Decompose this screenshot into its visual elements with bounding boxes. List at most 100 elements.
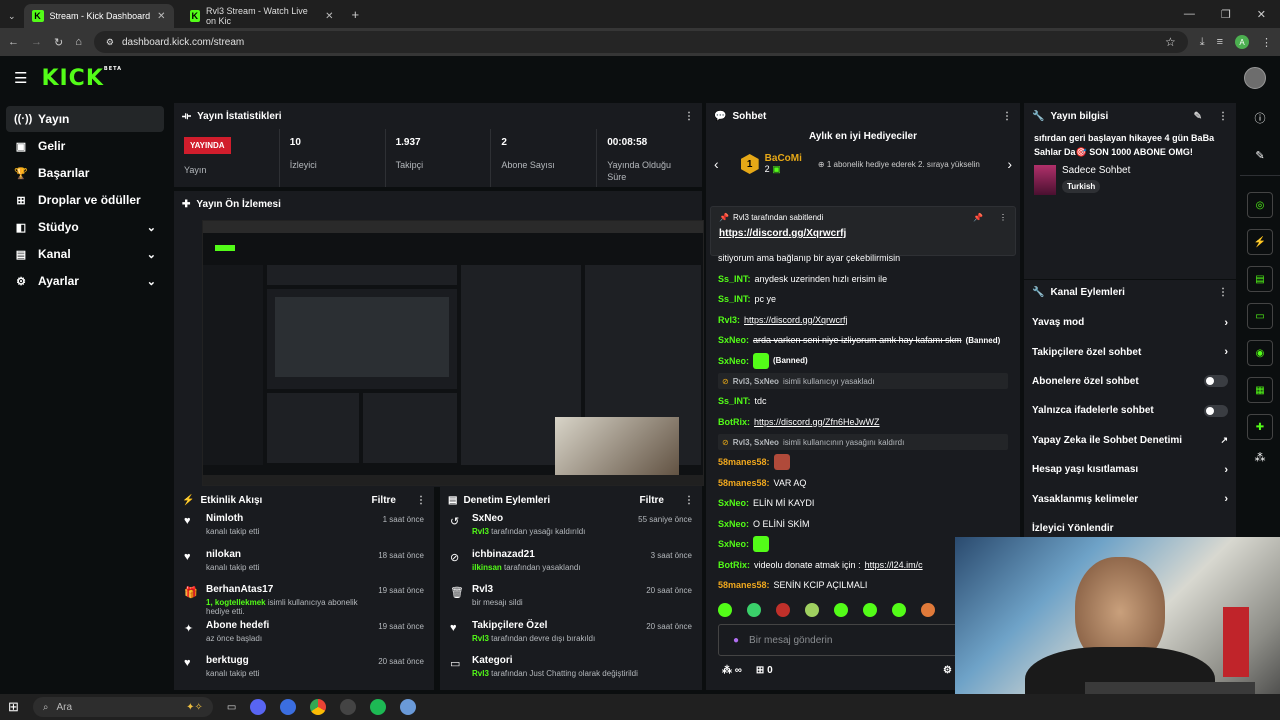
tab-list-icon[interactable]: ⌄ — [0, 11, 24, 28]
hamburger-menu-icon[interactable]: ☰ — [14, 69, 27, 87]
user-avatar[interactable] — [1244, 67, 1266, 89]
sidebar-item[interactable]: 🏆 Başarılar — [6, 160, 164, 186]
highlight-user[interactable]: Rvl3 — [472, 527, 489, 536]
emote-icon[interactable] — [834, 603, 848, 617]
chat-username[interactable]: SxNeo: — [718, 539, 749, 549]
browser-menu-icon[interactable]: ⋮ — [1261, 36, 1272, 49]
channel-action-item[interactable]: Takipçilere özel sohbet › — [1024, 337, 1236, 366]
chat-settings-icon[interactable]: ⚙ — [943, 665, 952, 676]
chat-username[interactable]: Rvl3: — [718, 315, 740, 325]
tab-kick-dashboard[interactable]: K Stream - Kick Dashboard ✕ — [23, 4, 174, 28]
channel-action-item[interactable]: Hesap yaşı kısıtlaması › — [1024, 455, 1236, 484]
edit-icon[interactable]: ✎ — [1240, 136, 1280, 176]
channel-action-item[interactable]: Abonelere özel sohbet — [1024, 367, 1236, 396]
chat-username[interactable]: SxNeo: — [718, 519, 749, 529]
chat-rail-icon[interactable]: ▭ — [1247, 303, 1273, 329]
reload-icon[interactable]: ↻ — [54, 36, 63, 49]
channel-action-item[interactable]: Yasaklanmış kelimeler › — [1024, 484, 1236, 513]
highlight-user[interactable]: Rvl3 — [472, 669, 489, 678]
task-view-icon[interactable]: ▭ — [227, 702, 236, 713]
new-tab-icon[interactable]: + — [342, 7, 370, 28]
more-options-icon[interactable]: ⋮ — [1218, 111, 1228, 122]
chat-username[interactable]: BotRix: — [718, 560, 750, 570]
chat-username[interactable]: Ss_INT: — [718, 294, 751, 304]
unpin-icon[interactable]: 📌 — [973, 213, 983, 222]
more-options-icon[interactable]: ⋮ — [1002, 111, 1012, 122]
chevron-right-icon[interactable]: › — [1224, 464, 1228, 476]
chat-username[interactable]: 58manes58: — [718, 580, 770, 590]
toggle-switch[interactable] — [1204, 375, 1228, 388]
pinned-menu-icon[interactable]: ⋮ — [999, 213, 1007, 222]
emote-icon[interactable] — [863, 603, 877, 617]
flash-icon[interactable]: ⚡ — [1247, 229, 1273, 255]
windows-start-icon[interactable]: ⊞ — [8, 699, 19, 715]
forward-icon[interactable]: → — [31, 36, 42, 48]
prev-arrow-icon[interactable]: ‹ — [714, 156, 719, 172]
gift-box-icon[interactable]: ⊞ 0 — [756, 665, 773, 676]
chat-username[interactable]: SxNeo: — [718, 498, 749, 508]
bookmark-star-icon[interactable]: ☆ — [1165, 35, 1176, 49]
chat-link[interactable]: https://discord.gg/Zfn6HeJwWZ — [754, 417, 880, 427]
highlight-user[interactable]: Rvl3 — [472, 634, 489, 643]
filter-button[interactable]: Filtre — [640, 495, 664, 506]
emote-icon[interactable] — [747, 603, 761, 617]
layout-rail-icon[interactable]: ▦ — [1247, 377, 1273, 403]
chevron-right-icon[interactable]: › — [1224, 346, 1228, 358]
chat-username[interactable]: Ss_INT: — [718, 396, 751, 406]
minimize-icon[interactable]: — — [1184, 8, 1195, 21]
download-icon[interactable]: ⤓ — [1200, 36, 1205, 49]
sidebar-item[interactable]: ▤ Kanal ⌄ — [6, 241, 164, 267]
more-options-icon[interactable]: ⋮ — [684, 495, 694, 506]
taskbar-search[interactable]: ⌕ Ara ✦✧ — [32, 697, 213, 717]
chat-link[interactable]: https://l24.im/c — [865, 560, 923, 570]
sidebar-item[interactable]: ◧ Stüdyo ⌄ — [6, 214, 164, 240]
edit-pencil-icon[interactable]: ✎ — [1194, 111, 1202, 122]
emote-icon[interactable] — [805, 603, 819, 617]
kick-points-icon[interactable]: ⁂ ∞ — [722, 665, 742, 676]
filter-button[interactable]: Filtre — [372, 495, 396, 506]
back-icon[interactable]: ← — [8, 36, 19, 48]
chevron-right-icon[interactable]: › — [1224, 317, 1228, 329]
toggle-switch[interactable] — [1204, 404, 1228, 417]
pinned-link[interactable]: https://discord.gg/Xqrwcrfj — [719, 228, 1007, 239]
close-tab-icon[interactable]: ✕ — [157, 11, 165, 22]
obs-icon[interactable] — [340, 699, 357, 715]
highlight-user[interactable]: 1, kogtellekmek — [206, 598, 266, 607]
chevron-down-icon[interactable]: ⌄ — [147, 248, 156, 261]
restore-icon[interactable]: ❐ — [1221, 8, 1231, 21]
sidebar-item[interactable]: ⊞ Droplar ve ödüller — [6, 187, 164, 213]
chat-input[interactable]: ● Bir mesaj gönderin — [718, 624, 958, 656]
chat-username[interactable]: 58manes58: — [718, 478, 770, 488]
kick-logo[interactable]: KICKBETA — [41, 66, 122, 91]
chat-username[interactable]: Ss_INT: — [718, 274, 751, 284]
network-app-icon[interactable] — [400, 699, 417, 715]
external-link-icon[interactable]: ↗ — [1220, 435, 1228, 446]
channel-action-item[interactable]: Yavaş mod › — [1024, 308, 1236, 337]
channel-action-item[interactable]: Yalnızca ifadelerle sohbet — [1024, 396, 1236, 425]
emote-icon[interactable] — [718, 603, 732, 617]
notes-icon[interactable]: ▤ — [1247, 266, 1273, 292]
chevron-down-icon[interactable]: ⌄ — [147, 275, 156, 288]
chat-username[interactable]: SxNeo: — [718, 356, 749, 366]
tools-rail-icon[interactable]: ✚ — [1247, 414, 1273, 440]
emote-icon[interactable] — [921, 603, 935, 617]
close-tab-icon[interactable]: ✕ — [325, 11, 333, 22]
chrome-icon[interactable] — [310, 699, 327, 715]
more-options-icon[interactable]: ⋮ — [416, 495, 426, 506]
sidebar-item[interactable]: ((·)) Yayın — [6, 106, 164, 132]
more-options-icon[interactable]: ⋮ — [1218, 287, 1228, 298]
emote-icon[interactable] — [892, 603, 906, 617]
next-arrow-icon[interactable]: › — [1007, 156, 1012, 172]
chevron-down-icon[interactable]: ⌄ — [147, 221, 156, 234]
tab-rvl3-stream[interactable]: K Rvl3 Stream - Watch Live on Kic ✕ — [182, 4, 342, 28]
discord-icon[interactable] — [250, 699, 267, 715]
home-icon[interactable]: ⌂ — [75, 36, 82, 48]
reading-list-icon[interactable]: ≡ — [1217, 36, 1223, 48]
spotify-icon[interactable] — [370, 699, 387, 715]
stream-preview-video[interactable] — [202, 220, 704, 486]
chat-username[interactable]: SxNeo: — [718, 335, 749, 345]
chat-link[interactable]: https://discord.gg/Xqrwcrfj — [744, 315, 848, 325]
info-icon[interactable]: ⓘ — [1240, 100, 1280, 136]
close-window-icon[interactable]: ✕ — [1257, 8, 1266, 21]
app-icon[interactable] — [280, 699, 297, 715]
